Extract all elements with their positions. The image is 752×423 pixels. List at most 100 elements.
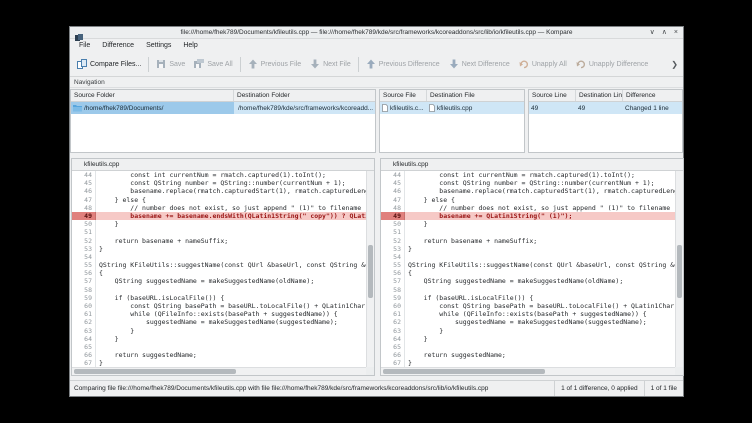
scrollbar-thumb[interactable] <box>383 369 545 374</box>
code-text <box>96 286 99 294</box>
minimize-button[interactable]: ∨ <box>650 27 655 39</box>
code-text <box>405 228 408 236</box>
arrow-up-icon <box>248 59 258 69</box>
destination-folder-cell[interactable]: /home/fhek789/kde/src/frameworks/kcoread… <box>234 102 375 114</box>
line-number: 62 <box>72 318 96 326</box>
destination-line-cell[interactable]: 49 <box>576 102 623 114</box>
destination-file-cell[interactable]: kfileutils.cpp <box>427 102 524 114</box>
nav-row-difference[interactable]: 49 49 Changed 1 line <box>529 102 682 114</box>
difference-cell[interactable]: Changed 1 line <box>623 102 683 114</box>
column-header-source-folder[interactable]: Source Folder <box>71 90 234 101</box>
diff-changed-line: 49 basename += basename.endsWith(QLatin1… <box>72 212 366 220</box>
column-header-source-line[interactable]: Source Line <box>529 90 576 101</box>
code-text: return suggestedName; <box>405 351 506 359</box>
source-pane-title: kfileutils.cpp <box>72 159 374 171</box>
code-text <box>96 253 99 261</box>
code-line: 60 const QString basePath = baseURL.toLo… <box>72 302 366 310</box>
source-pane: kfileutils.cpp 44 const int currentNum =… <box>71 158 375 376</box>
source-vertical-scrollbar[interactable] <box>366 171 374 367</box>
previous-difference-button[interactable]: Previous Difference <box>362 57 444 71</box>
code-text <box>96 343 99 351</box>
source-file-cell[interactable]: kfileutils.c... <box>380 102 427 114</box>
line-number: 45 <box>381 179 405 187</box>
code-line: 64 } <box>72 335 366 343</box>
kompare-window: file:///home/fhek789/Documents/kfileutil… <box>69 26 684 397</box>
nav-folders-table: Source Folder Destination Folder /home/f… <box>70 89 376 153</box>
column-header-destination-file[interactable]: Destination File <box>427 90 524 101</box>
line-number: 47 <box>72 196 96 204</box>
navigation-dock-title[interactable]: Navigation <box>70 77 683 88</box>
code-line: 67} <box>72 359 366 367</box>
line-number: 46 <box>381 187 405 195</box>
code-line: 59 if (baseURL.isLocalFile()) { <box>72 294 366 302</box>
source-code-area[interactable]: 44 const int currentNum = rmatch.capture… <box>72 171 366 367</box>
column-header-difference[interactable]: Difference <box>623 90 683 101</box>
column-header-source-file[interactable]: Source File <box>380 90 427 101</box>
line-number: 55 <box>381 261 405 269</box>
statusbar: Comparing file file:///home/fhek789/Docu… <box>70 380 683 396</box>
save-icon <box>156 59 166 69</box>
compare-files-button[interactable]: Compare Files... <box>73 57 145 71</box>
line-number: 59 <box>72 294 96 302</box>
window-controls: ∨ ∧ × <box>650 27 678 39</box>
save-all-button[interactable]: Save All <box>190 57 236 71</box>
code-line: 48 // number does not exist, so just app… <box>381 204 675 212</box>
destination-horizontal-scrollbar[interactable] <box>381 367 675 375</box>
code-line: 51 <box>381 228 675 236</box>
line-number: 55 <box>72 261 96 269</box>
code-line: 46 basename.replace(rmatch.capturedStart… <box>72 187 366 195</box>
destination-code-area[interactable]: 44 const int currentNum = rmatch.capture… <box>381 171 675 367</box>
previous-file-button[interactable]: Previous File <box>244 57 305 71</box>
toolbar: Compare Files... Save Save All Previous … <box>70 52 683 77</box>
next-difference-button[interactable]: Next Difference <box>445 57 514 71</box>
code-line: 58 <box>72 286 366 294</box>
code-line: 53} <box>381 245 675 253</box>
maximize-button[interactable]: ∧ <box>662 27 667 39</box>
menu-settings[interactable]: Settings <box>140 42 177 49</box>
destination-vertical-scrollbar[interactable] <box>675 171 683 367</box>
code-text: basename += basename.endsWith(QLatin1Str… <box>96 212 366 220</box>
code-line: 61 while (QFileInfo::exists(basePath + s… <box>72 310 366 318</box>
code-text <box>96 228 99 236</box>
toolbar-overflow-button[interactable]: ❯ <box>669 60 680 69</box>
menu-difference[interactable]: Difference <box>96 42 140 49</box>
source-horizontal-scrollbar[interactable] <box>72 367 366 375</box>
scrollbar-corner <box>366 367 374 375</box>
line-number: 52 <box>72 237 96 245</box>
toolbar-separator <box>148 57 149 72</box>
code-text: // number does not exist, so just append… <box>96 204 361 212</box>
code-text: } <box>96 335 119 343</box>
scrollbar-thumb[interactable] <box>368 245 373 298</box>
line-number: 60 <box>72 302 96 310</box>
unapply-difference-button[interactable]: Unapply Difference <box>572 57 652 71</box>
column-header-destination-folder[interactable]: Destination Folder <box>234 90 375 101</box>
line-number: 67 <box>381 359 405 367</box>
save-button[interactable]: Save <box>152 57 189 71</box>
code-line: 67} <box>381 359 675 367</box>
column-header-destination-line[interactable]: Destination Line <box>576 90 623 101</box>
arrow-up-icon <box>366 59 376 69</box>
line-number: 50 <box>72 220 96 228</box>
line-number: 66 <box>72 351 96 359</box>
menu-help[interactable]: Help <box>177 42 203 49</box>
source-folder-cell[interactable]: /home/fhek789/Documents/ <box>71 102 234 114</box>
scrollbar-thumb[interactable] <box>74 369 236 374</box>
source-line-cell[interactable]: 49 <box>529 102 576 114</box>
close-button[interactable]: × <box>674 27 678 39</box>
code-line: 62 suggestedName = makeSuggestedName(sug… <box>381 318 675 326</box>
code-text: const QString number = QString::number(c… <box>96 179 346 187</box>
code-line: 56{ <box>381 269 675 277</box>
code-text: } else { <box>405 196 455 204</box>
unapply-all-button[interactable]: Unapply All <box>515 57 571 71</box>
nav-row-folders[interactable]: /home/fhek789/Documents/ /home/fhek789/k… <box>71 102 375 114</box>
folder-icon <box>73 104 82 112</box>
nav-row-files[interactable]: kfileutils.c... kfileutils.cpp <box>380 102 524 114</box>
nav-files-table: Source File Destination File kfileutils.… <box>379 89 525 153</box>
code-line: 65 <box>381 343 675 351</box>
next-file-button[interactable]: Next File <box>306 57 355 71</box>
scrollbar-thumb[interactable] <box>677 245 682 298</box>
code-text: } <box>405 220 428 228</box>
line-number: 64 <box>381 335 405 343</box>
code-line: 50 } <box>72 220 366 228</box>
line-number: 47 <box>381 196 405 204</box>
